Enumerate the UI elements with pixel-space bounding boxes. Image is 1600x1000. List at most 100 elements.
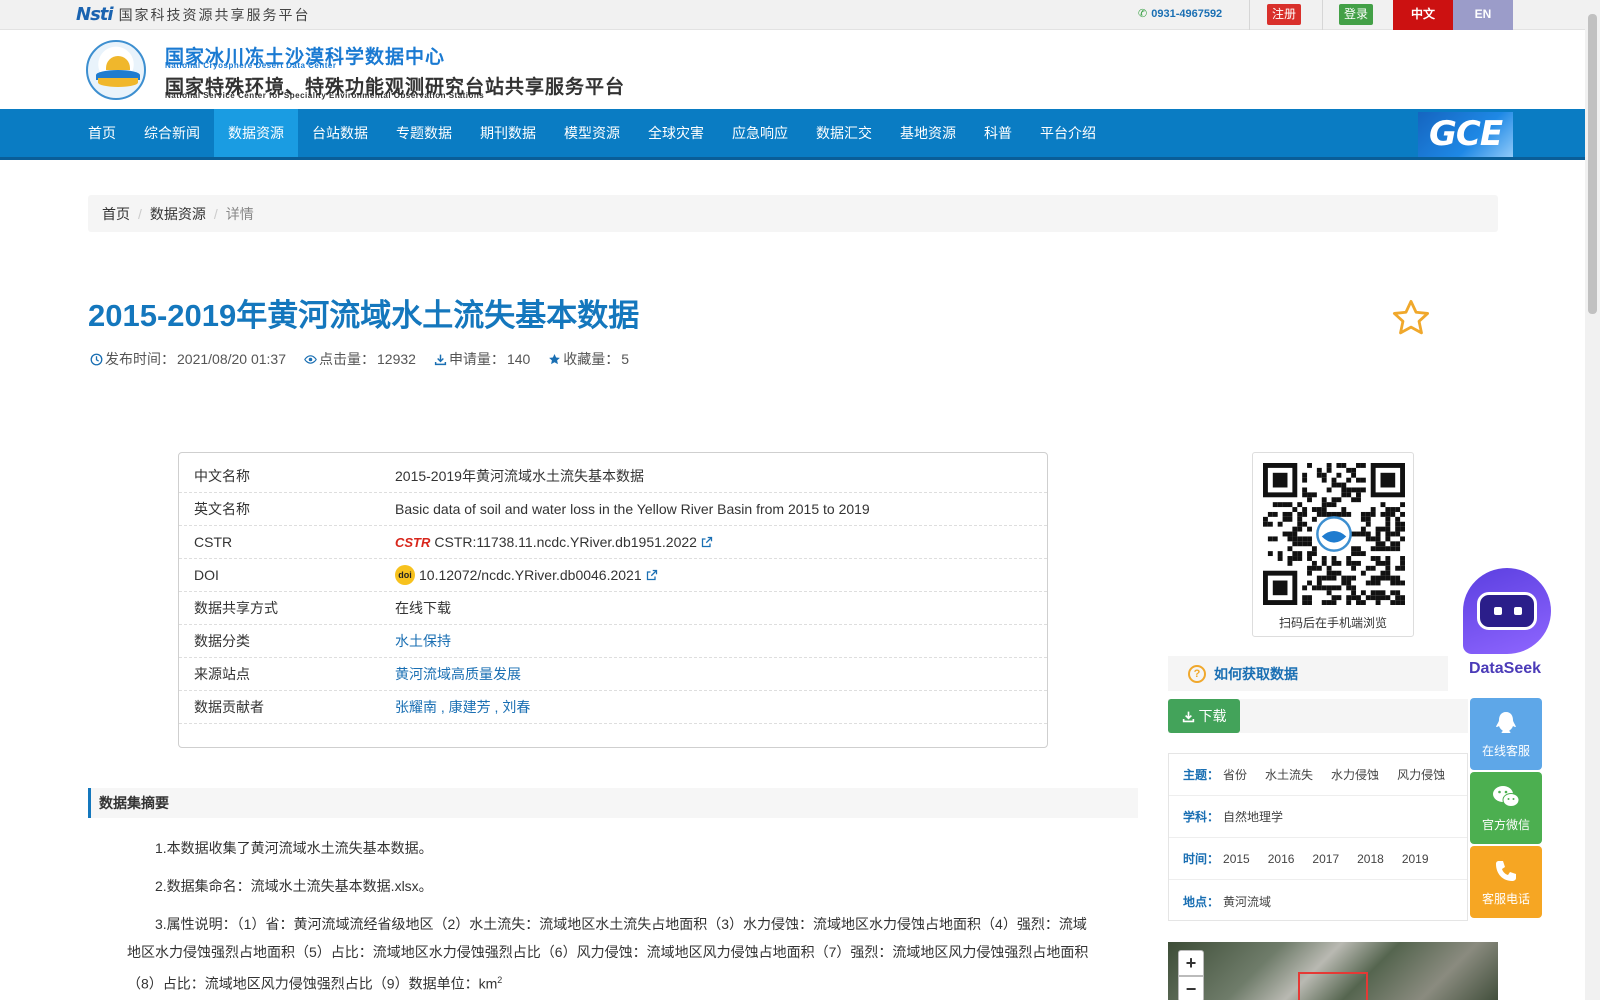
favorites-value: 5 xyxy=(621,351,630,367)
nav-item-thematic-data[interactable]: 专题数据 xyxy=(382,109,466,157)
wechat-button[interactable]: 官方微信 xyxy=(1470,772,1542,844)
wechat-icon xyxy=(1493,785,1520,807)
info-row-doi: DOI doi 10.12072/ncdc.YRiver.db0046.2021 xyxy=(179,559,1047,592)
tag-value[interactable]: 2016 xyxy=(1268,852,1295,866)
how-to-get-data[interactable]: ? 如何获取数据 xyxy=(1168,656,1448,691)
breadcrumb: 首页 / 数据资源 / 详情 xyxy=(88,195,1498,232)
download-icon xyxy=(1182,711,1194,722)
info-key: 数据共享方式 xyxy=(194,600,278,616)
tag-value[interactable]: 2015 xyxy=(1223,852,1250,866)
info-row-en-name: 英文名称 Basic data of soil and water loss i… xyxy=(179,493,1047,526)
info-row-category: 数据分类 水土保持 xyxy=(179,625,1047,658)
scrollbar-thumb[interactable] xyxy=(1588,14,1597,314)
nav-item-science-popular[interactable]: 科普 xyxy=(970,109,1026,157)
dataset-info-table: 中文名称 2015-2019年黄河流域水土流失基本数据 英文名称 Basic d… xyxy=(178,452,1048,748)
requests-label: 申请量： xyxy=(448,351,505,367)
location-map[interactable]: + − xyxy=(1168,942,1498,1000)
eye-icon xyxy=(304,354,317,364)
source-site-link[interactable]: 黄河流域高质量发展 xyxy=(395,664,521,684)
request-count: 申请量： 140 xyxy=(434,349,530,369)
nav-item-base-resources[interactable]: 基地资源 xyxy=(886,109,970,157)
breadcrumb-home[interactable]: 首页 xyxy=(102,204,130,224)
unit-superscript: 2 xyxy=(497,975,503,985)
how-to-label: 如何获取数据 xyxy=(1214,665,1298,682)
lang-en-button[interactable]: EN xyxy=(1453,0,1513,30)
favorite-star-icon[interactable] xyxy=(1390,297,1432,339)
download-label: 下载 xyxy=(1198,708,1227,724)
tag-value[interactable]: 自然地理学 xyxy=(1223,808,1283,825)
tag-key: 时间： xyxy=(1183,852,1220,866)
nsti-brand[interactable]: Nsti 国家科技资源共享服务平台 xyxy=(76,4,311,25)
cstr-logo-icon: CSTR xyxy=(395,534,431,550)
nav-item-model-resources[interactable]: 模型资源 xyxy=(550,109,634,157)
info-value: Basic data of soil and water loss in the… xyxy=(395,501,870,517)
info-key: CSTR xyxy=(194,534,233,550)
nsti-logo: Nsti xyxy=(76,4,114,25)
abstract-heading: 数据集摘要 xyxy=(88,788,1138,818)
dataseek-assistant[interactable]: DataSeek xyxy=(1455,568,1555,680)
register-button[interactable]: 注册 xyxy=(1267,4,1302,25)
service-phone-button[interactable]: 客服电话 xyxy=(1470,846,1542,918)
download-button[interactable]: 下载 xyxy=(1168,699,1240,733)
tag-value[interactable]: 2018 xyxy=(1357,852,1384,866)
tag-value[interactable]: 水力侵蚀 xyxy=(1331,766,1379,783)
tag-value[interactable]: 黄河流域 xyxy=(1223,893,1271,910)
category-link[interactable]: 水土保持 xyxy=(395,631,451,651)
cstr-value[interactable]: CSTR CSTR:11738.11.ncdc.YRiver.db1951.20… xyxy=(395,534,713,550)
phone-icon xyxy=(1496,860,1516,881)
map-zoom-out-button[interactable]: − xyxy=(1178,976,1204,1000)
requests-value: 140 xyxy=(506,351,531,367)
breadcrumb-current: 详情 xyxy=(225,205,254,222)
favorite-count: 收藏量： 5 xyxy=(548,349,629,369)
cstr-text[interactable]: CSTR:11738.11.ncdc.YRiver.db1951.2022 xyxy=(434,534,697,550)
phone-number: 0931-4967592 xyxy=(1151,7,1223,20)
info-key: 来源站点 xyxy=(194,666,250,682)
tag-value[interactable]: 省份 xyxy=(1223,766,1247,783)
nav-item-home[interactable]: 首页 xyxy=(88,109,130,157)
main-nav: 首页 综合新闻 数据资源 台站数据 专题数据 期刊数据 模型资源 全球灾害 应急… xyxy=(0,109,1585,160)
gce-logo[interactable]: GCE xyxy=(1418,112,1513,157)
tag-key: 地点： xyxy=(1183,894,1220,909)
breadcrumb-data-resources[interactable]: 数据资源 xyxy=(150,204,206,224)
contributors-link[interactable]: 张耀南 , 康建芳 , 刘春 xyxy=(395,697,530,717)
page-scrollbar[interactable] xyxy=(1585,0,1600,1000)
breadcrumb-separator: / xyxy=(213,205,218,222)
login-button[interactable]: 登录 xyxy=(1339,4,1374,25)
info-row-sharing: 数据共享方式 在线下载 xyxy=(179,592,1047,625)
nav-item-station-data[interactable]: 台站数据 xyxy=(298,109,382,157)
map-zoom-in-button[interactable]: + xyxy=(1178,950,1204,976)
nav-item-data-resources[interactable]: 数据资源 xyxy=(214,109,298,157)
external-link-icon[interactable] xyxy=(646,569,658,581)
info-key: 中文名称 xyxy=(194,468,250,484)
tag-value[interactable]: 水土流失 xyxy=(1265,766,1313,783)
site-header: 国家冰川冻土沙漠科学数据中心 National Cryosphere Deser… xyxy=(0,30,1585,109)
nav-item-journal-data[interactable]: 期刊数据 xyxy=(466,109,550,157)
nav-item-global-disasters[interactable]: 全球灾害 xyxy=(634,109,718,157)
view-count: 点击量： 12932 xyxy=(304,349,416,369)
tag-value[interactable]: 风力侵蚀 xyxy=(1397,766,1445,783)
tag-value[interactable]: 2017 xyxy=(1312,852,1339,866)
publish-time: 发布时间： 2021/08/20 01:37 xyxy=(90,349,286,369)
download-icon xyxy=(434,354,447,365)
info-value: 2015-2019年黄河流域水土流失基本数据 xyxy=(395,468,644,484)
nav-item-news[interactable]: 综合新闻 xyxy=(130,109,214,157)
dataseek-label: DataSeek xyxy=(1468,660,1542,677)
online-service-button[interactable]: 在线客服 xyxy=(1470,698,1542,770)
star-icon xyxy=(549,353,561,364)
contact-phone: ✆ 0931-4967592 xyxy=(1138,7,1223,21)
tag-value[interactable]: 2019 xyxy=(1402,852,1429,866)
nsti-brand-text: 国家科技资源共享服务平台 xyxy=(118,6,311,23)
lang-zh-button[interactable]: 中文 xyxy=(1393,0,1453,30)
publish-value: 2021/08/20 01:37 xyxy=(177,351,286,367)
center-emblem-logo[interactable] xyxy=(86,40,146,100)
nav-item-platform-intro[interactable]: 平台介绍 xyxy=(1026,109,1110,157)
info-row-source-site: 来源站点 黄河流域高质量发展 xyxy=(179,658,1047,691)
nav-item-emergency-response[interactable]: 应急响应 xyxy=(718,109,802,157)
views-value: 12932 xyxy=(377,351,416,367)
doi-text[interactable]: 10.12072/ncdc.YRiver.db0046.2021 xyxy=(419,567,642,583)
map-extent-box xyxy=(1298,972,1368,1000)
external-link-icon[interactable] xyxy=(701,536,713,548)
nav-item-data-submission[interactable]: 数据汇交 xyxy=(802,109,886,157)
qq-icon xyxy=(1496,711,1516,733)
doi-value[interactable]: doi 10.12072/ncdc.YRiver.db0046.2021 xyxy=(395,565,658,585)
